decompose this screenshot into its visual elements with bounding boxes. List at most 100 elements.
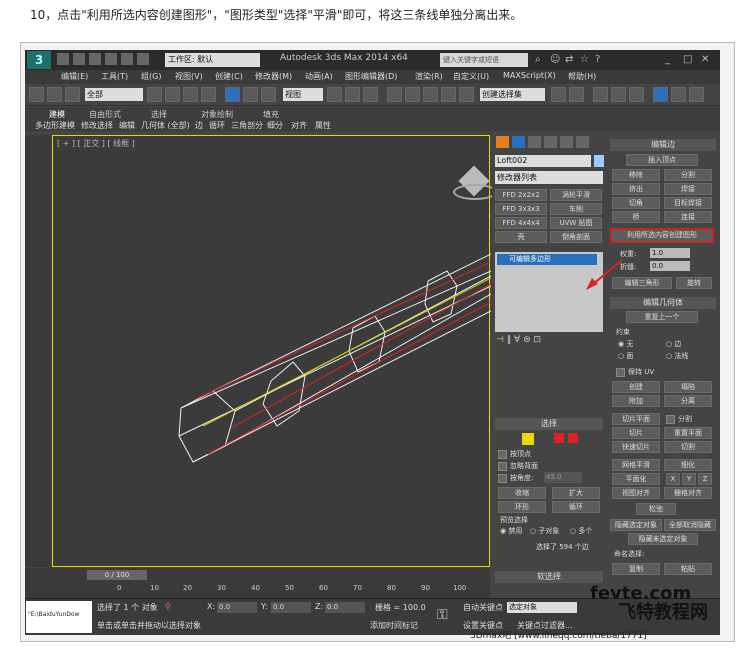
attach-button[interactable]: 附加 [612,395,660,407]
ribbon-tab-modeling[interactable]: 建模 [49,109,65,120]
modifier-button[interactable]: FFD 2x2x2 [495,189,547,201]
preview-subobject-radio[interactable]: ○ 子对象 [530,526,559,536]
ribbon-loops[interactable]: 循环 [209,120,225,131]
bind-icon[interactable] [65,87,80,102]
modifier-button[interactable]: 倒角剖面 [550,231,602,243]
modify-tab-icon[interactable] [512,136,525,148]
select-by-name-icon[interactable] [165,87,180,102]
split-checkbox[interactable]: 分割 [666,414,692,424]
app-logo[interactable]: 3 [27,51,51,69]
unhide-all-button[interactable]: 全部取消隐藏 [664,519,716,531]
rotate-icon[interactable] [243,87,258,102]
menu-item[interactable]: 组(G) [141,71,161,82]
preview-off-radio[interactable]: ◉ 禁用 [500,526,522,536]
repeat-last-button[interactable]: 重复上一个 [626,311,698,323]
hide-unselected-button[interactable]: 隐藏未选定对象 [628,533,698,545]
relax-button[interactable]: 松弛 [636,503,676,515]
angle-field[interactable]: 45.0 [544,472,582,483]
polygon-mode-icon[interactable] [554,433,564,443]
ribbon-properties[interactable]: 属性 [315,120,331,131]
constraint-none-radio[interactable]: ◉ 无 [618,339,633,349]
menu-item[interactable]: 动画(A) [305,71,333,82]
help-icon[interactable]: ? [595,54,600,65]
detach-button[interactable]: 分离 [664,395,712,407]
cut-button[interactable]: 切割 [664,441,712,453]
ref-coord-select[interactable]: 视图 [283,88,323,101]
by-angle-checkbox[interactable]: 按角度: [498,473,533,483]
menu-item[interactable]: 编辑(E) [61,71,88,82]
modifier-button[interactable]: 涡轮平滑 [550,189,602,201]
ribbon-tab-populate[interactable]: 填充 [263,109,279,120]
extrude-button[interactable]: 挤出 [612,183,660,195]
copy-button[interactable]: 复制 [612,563,660,575]
percent-snap-icon[interactable] [423,87,438,102]
time-slider[interactable]: 0 / 100 [87,570,147,580]
layer-icon[interactable] [593,87,608,102]
star-icon[interactable]: ☆ [580,54,589,65]
target-weld-button[interactable]: 目标焊接 [664,197,712,209]
menu-item[interactable]: 自定义(U) [453,71,489,82]
named-selection-set[interactable]: 创建选择集 [480,88,545,101]
ribbon-align[interactable]: 对齐 [291,120,307,131]
ribbon-tab-selection[interactable]: 选择 [151,109,167,120]
pivot-icon[interactable] [327,87,342,102]
constraint-edge-radio[interactable]: ○ 边 [666,339,681,349]
select-icon[interactable] [147,87,162,102]
remove-button[interactable]: 移除 [612,169,660,181]
quickslice-button[interactable]: 快速切片 [612,441,660,453]
key-icon[interactable]: ⚿ [437,607,448,623]
close-icon[interactable]: ✕ [701,54,709,65]
meshsmooth-button[interactable]: 网格平滑 [612,459,660,471]
reset-plane-button[interactable]: 重置平面 [664,427,712,439]
y-coordinate[interactable]: 0.0 [271,602,311,613]
render-setup-icon[interactable] [671,87,686,102]
viewport[interactable]: [ + ] [ 正交 ] [ 线框 ] [52,135,497,567]
object-name-field[interactable]: Loft002 [495,155,591,167]
ignore-backfacing-checkbox[interactable]: 忽略背面 [498,461,538,471]
edit-geometry-header[interactable]: 编辑几何体 [610,297,716,309]
modifier-list-select[interactable]: 修改器列表 [495,171,603,184]
ribbon-edit[interactable]: 编辑 [119,120,135,131]
minimize-icon[interactable]: _ [665,54,670,65]
motion-tab-icon[interactable] [544,136,557,148]
key-selection-select[interactable]: 选定对象 [507,602,577,613]
constraint-face-radio[interactable]: ○ 面 [618,351,633,361]
lock-icon[interactable]: ⚲ [165,602,171,611]
edit-named-sel-icon[interactable] [459,87,474,102]
manipulate-icon[interactable] [345,87,360,102]
preserve-uvs-checkbox[interactable]: 保持 UV [616,367,654,377]
menu-item[interactable]: 创建(C) [215,71,243,82]
window-crossing-icon[interactable] [201,87,216,102]
selection-filter[interactable]: 全部 [85,88,143,101]
object-color-swatch[interactable] [594,155,604,167]
split-button[interactable]: 分割 [664,169,712,181]
create-button[interactable]: 创建 [612,381,660,393]
save-icon[interactable] [89,53,101,65]
spinner-snap-icon[interactable] [441,87,456,102]
keyboard-icon[interactable] [363,87,378,102]
snap-icon[interactable] [387,87,402,102]
workspace-select[interactable]: 工作区: 默认 [165,53,260,67]
planar-x-button[interactable]: X [666,473,680,485]
search-input[interactable]: 键入关键字或短语 [440,53,528,67]
ribbon-icon[interactable] [611,87,626,102]
move-icon[interactable] [225,87,240,102]
binoculars-icon[interactable]: ⌕ [535,54,541,65]
exchange-icon[interactable]: ⇄ [565,54,573,65]
modifier-button[interactable]: FFD 3x3x3 [495,203,547,215]
menu-item[interactable]: MAXScript(X) [503,71,556,80]
menu-item[interactable]: 视图(V) [175,71,203,82]
weld-button[interactable]: 焊接 [664,183,712,195]
weight-field[interactable]: 1.0 [650,248,690,258]
mirror-icon[interactable] [551,87,566,102]
crease-field[interactable]: 0.0 [650,261,690,271]
create-shape-from-selection-button[interactable]: 利用所选内容创建图形 [610,228,714,243]
project-icon[interactable] [137,53,149,65]
menu-item[interactable]: 修改器(M) [255,71,292,82]
edit-triangulation-button[interactable]: 编辑三角形 [612,277,672,289]
ribbon-geometry[interactable]: 几何体 (全部) [141,120,190,131]
ribbon-tab-object-paint[interactable]: 对象绘制 [201,109,233,120]
user-icon[interactable]: ☺ [550,54,560,65]
hierarchy-tab-icon[interactable] [528,136,541,148]
menu-item[interactable]: 图形编辑器(D) [345,71,397,82]
